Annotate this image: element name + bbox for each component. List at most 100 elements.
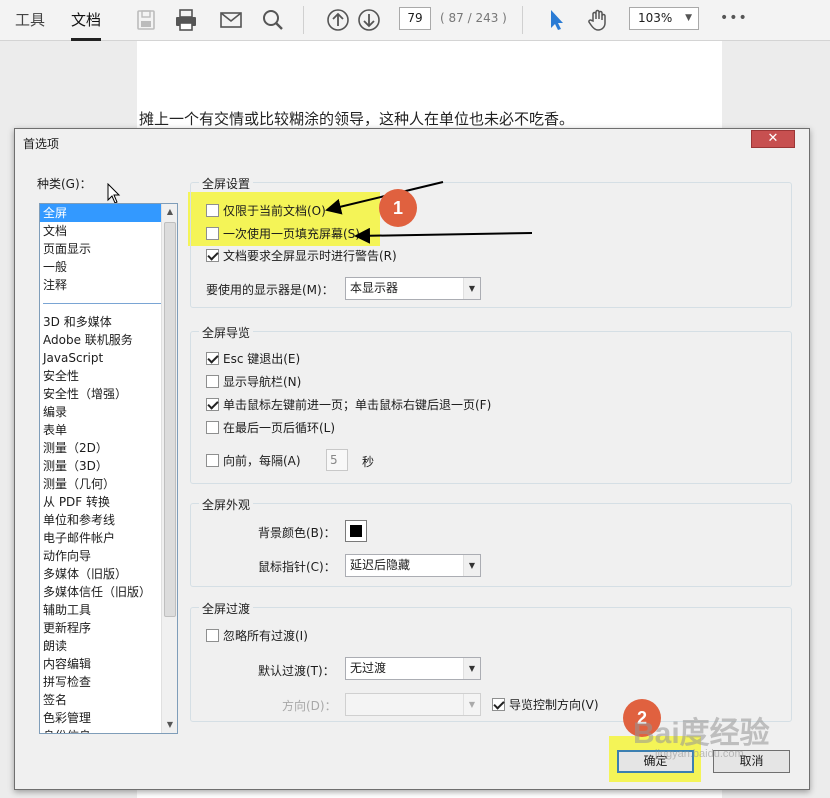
- fullscreen-settings-title: 全屏设置: [199, 175, 254, 192]
- fullscreen-appearance-title: 全屏外观: [199, 496, 254, 513]
- top-toolbar: 工具 文档 79 ( 87 / 243 ) 103% ▼ •••: [0, 0, 830, 41]
- loop-label: 在最后一页后循环(L): [223, 420, 336, 435]
- category-item[interactable]: 身份信息: [40, 727, 177, 733]
- cursor-value: 延迟后隐藏: [350, 558, 411, 572]
- chevron-down-icon: ▼: [685, 13, 692, 23]
- category-item[interactable]: 动作向导: [40, 547, 177, 565]
- category-item[interactable]: 安全性: [40, 367, 177, 385]
- direction-select[interactable]: ▼: [345, 693, 481, 716]
- only-current-doc-option[interactable]: 仅限于当前文档(O): [206, 201, 326, 219]
- category-item[interactable]: 签名: [40, 691, 177, 709]
- default-transition-select[interactable]: 无过渡 ▼: [345, 657, 481, 680]
- tab-tools[interactable]: 工具: [15, 9, 45, 30]
- category-item[interactable]: 电子邮件帐户: [40, 529, 177, 547]
- category-item[interactable]: 编录: [40, 403, 177, 421]
- category-item[interactable]: 注释: [40, 276, 177, 294]
- scroll-thumb[interactable]: [164, 222, 176, 617]
- category-item[interactable]: 全屏: [40, 204, 177, 222]
- ignore-transitions-option[interactable]: 忽略所有过渡(I): [206, 626, 308, 644]
- save-icon[interactable]: [133, 7, 159, 33]
- show-nav-bar-option[interactable]: 显示导航栏(N): [206, 372, 301, 390]
- page-down-icon[interactable]: [356, 7, 382, 33]
- loop-checkbox[interactable]: [206, 420, 219, 434]
- warn-on-request-checkbox[interactable]: [206, 248, 219, 262]
- one-page-fill-label: 一次使用一页填充屏幕(S): [223, 226, 360, 241]
- click-advance-label: 单击鼠标左键前进一页；单击鼠标右键后退一页(F): [223, 397, 492, 412]
- category-item[interactable]: 3D 和多媒体: [40, 313, 177, 331]
- cursor-label: 鼠标指针(C)：: [258, 560, 336, 574]
- category-item[interactable]: 安全性（增强）: [40, 385, 177, 403]
- category-item[interactable]: 一般: [40, 258, 177, 276]
- chevron-down-icon: ▼: [463, 658, 480, 679]
- category-item[interactable]: 表单: [40, 421, 177, 439]
- ignore-transitions-label: 忽略所有过渡(I): [223, 628, 308, 643]
- select-cursor-icon[interactable]: [543, 7, 569, 33]
- only-current-doc-checkbox[interactable]: [206, 203, 219, 217]
- toolbar-divider: [303, 6, 304, 34]
- category-item[interactable]: 测量（2D）: [40, 439, 177, 457]
- category-item[interactable]: 测量（3D）: [40, 457, 177, 475]
- nav-direction-checkbox[interactable]: [492, 697, 505, 711]
- click-advance-option[interactable]: 单击鼠标左键前进一页；单击鼠标右键后退一页(F): [206, 395, 491, 413]
- close-button[interactable]: ✕: [751, 130, 795, 148]
- category-item[interactable]: 文档: [40, 222, 177, 240]
- nav-direction-option[interactable]: 导览控制方向(V): [492, 695, 599, 713]
- category-list[interactable]: 全屏 文档 页面显示 一般 注释 3D 和多媒体 Adobe 联机服务 JavaScript…: [39, 203, 178, 734]
- category-item[interactable]: 内容编辑: [40, 655, 177, 673]
- one-page-fill-option[interactable]: 一次使用一页填充屏幕(S): [206, 224, 360, 242]
- zoom-select[interactable]: 103% ▼: [629, 7, 699, 30]
- category-scrollbar[interactable]: ▲ ▼: [161, 204, 177, 733]
- category-item[interactable]: JavaScript: [40, 349, 177, 367]
- category-item[interactable]: 页面显示: [40, 240, 177, 258]
- esc-exit-option[interactable]: Esc 键退出(E): [206, 349, 300, 367]
- advance-every-checkbox[interactable]: [206, 453, 219, 467]
- category-label: 种类(G)：: [37, 177, 92, 191]
- category-divider: [43, 303, 171, 304]
- toolbar-divider: [522, 6, 523, 34]
- ignore-transitions-checkbox[interactable]: [206, 628, 219, 642]
- scroll-up-icon[interactable]: ▲: [162, 204, 177, 220]
- dialog-title: 首选项: [23, 137, 60, 151]
- category-item[interactable]: 多媒体信任（旧版）: [40, 583, 177, 601]
- print-icon[interactable]: [173, 7, 199, 33]
- category-item[interactable]: 拼写检查: [40, 673, 177, 691]
- monitor-select[interactable]: 本显示器 ▼: [345, 277, 481, 300]
- page-up-icon[interactable]: [325, 7, 351, 33]
- warn-on-request-option[interactable]: 文档要求全屏显示时进行警告(R): [206, 246, 397, 264]
- category-item[interactable]: 测量（几何）: [40, 475, 177, 493]
- page-count: ( 87 / 243 ): [440, 11, 507, 25]
- tab-document[interactable]: 文档: [71, 9, 102, 41]
- category-item[interactable]: Adobe 联机服务: [40, 331, 177, 349]
- loop-option[interactable]: 在最后一页后循环(L): [206, 418, 335, 436]
- seconds-input[interactable]: 5: [326, 449, 348, 471]
- show-nav-bar-checkbox[interactable]: [206, 374, 219, 388]
- zoom-value: 103%: [638, 11, 673, 25]
- click-advance-checkbox[interactable]: [206, 397, 219, 411]
- esc-exit-checkbox[interactable]: [206, 351, 219, 365]
- category-item[interactable]: 朗读: [40, 637, 177, 655]
- page-number-input[interactable]: 79: [399, 7, 431, 30]
- seconds-unit: 秒: [362, 455, 375, 469]
- category-item[interactable]: 色彩管理: [40, 709, 177, 727]
- search-icon[interactable]: [260, 7, 286, 33]
- cursor-select[interactable]: 延迟后隐藏 ▼: [345, 554, 481, 577]
- fullscreen-transition-title: 全屏过渡: [199, 600, 254, 617]
- chevron-down-icon: ▼: [463, 555, 480, 576]
- category-item[interactable]: 从 PDF 转换: [40, 493, 177, 511]
- more-options-icon[interactable]: •••: [720, 10, 748, 26]
- dialog-titlebar[interactable]: 首选项 ✕: [15, 129, 809, 155]
- esc-exit-label: Esc 键退出(E): [223, 351, 301, 366]
- email-icon[interactable]: [218, 7, 244, 33]
- mouse-pointer-icon: [107, 183, 121, 204]
- advance-every-option[interactable]: 向前，每隔(A): [206, 451, 301, 469]
- hand-tool-icon[interactable]: [586, 7, 612, 33]
- category-item[interactable]: 多媒体（旧版）: [40, 565, 177, 583]
- one-page-fill-checkbox[interactable]: [206, 226, 219, 240]
- category-item[interactable]: 辅助工具: [40, 601, 177, 619]
- document-text-line: 摊上一个有交情或比较糊涂的领导，这种人在单位也未必不吃香。: [139, 110, 575, 128]
- category-item[interactable]: 单位和参考线: [40, 511, 177, 529]
- category-item[interactable]: 更新程序: [40, 619, 177, 637]
- fullscreen-nav-title: 全屏导览: [199, 324, 254, 341]
- scroll-down-icon[interactable]: ▼: [162, 717, 177, 733]
- bg-color-picker[interactable]: [345, 520, 367, 542]
